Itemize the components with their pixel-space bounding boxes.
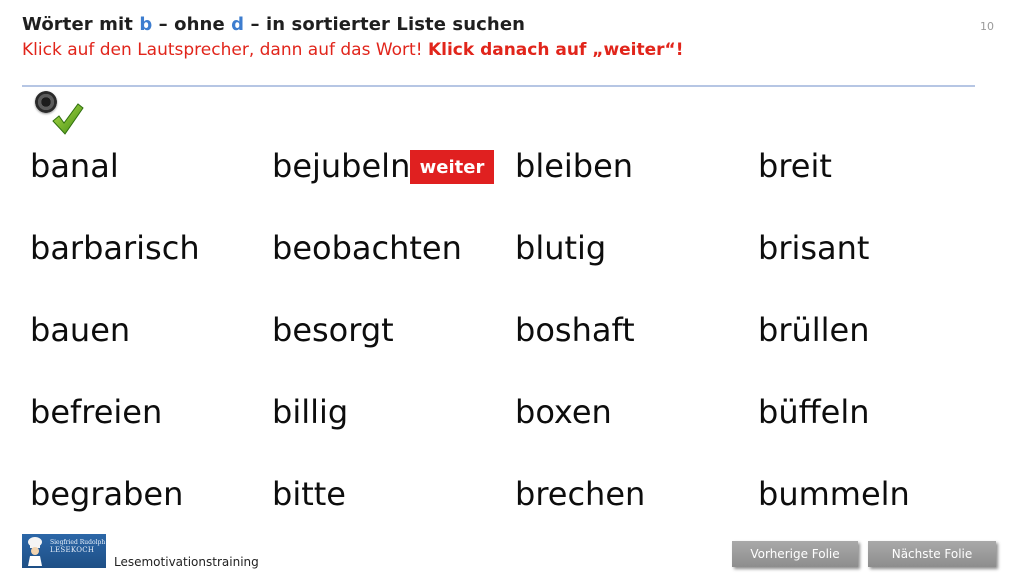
word-breit[interactable]: breit <box>758 150 832 182</box>
word-begraben[interactable]: begraben <box>30 478 183 510</box>
word-boshaft[interactable]: boshaft <box>515 314 635 346</box>
logo-brand-text: LESEKOCH <box>50 546 95 555</box>
footer-label: Lesemotivationstraining <box>114 555 259 569</box>
title-mid: – ohne <box>152 14 232 35</box>
slide-title: Wörter mit b – ohne d – in sortierter Li… <box>22 14 525 35</box>
chef-figure-icon <box>28 537 42 566</box>
instruction-normal: Klick auf den Lautsprecher, dann auf das… <box>22 40 428 60</box>
title-letter-b: b <box>139 14 153 35</box>
word-banal[interactable]: banal <box>30 150 119 182</box>
next-slide-button[interactable]: Nächste Folie <box>868 541 996 567</box>
logo-small-text: Siegfried Rudolph <box>50 539 106 546</box>
header-divider <box>22 85 975 87</box>
slide-number: 10 <box>980 20 994 33</box>
word-bummeln[interactable]: bummeln <box>758 478 910 510</box>
word-befreien[interactable]: befreien <box>30 396 162 428</box>
instruction-bold: Klick danach auf „weiter“! <box>427 40 684 60</box>
word-billig[interactable]: billig <box>272 396 348 428</box>
previous-slide-button[interactable]: Vorherige Folie <box>732 541 858 567</box>
word-bleiben[interactable]: bleiben <box>515 150 633 182</box>
word-brisant[interactable]: brisant <box>758 232 869 264</box>
word-boxen[interactable]: boxen <box>515 396 612 428</box>
word-blutig[interactable]: blutig <box>515 232 606 264</box>
title-letter-d: d <box>231 14 245 35</box>
word-bueffeln[interactable]: büffeln <box>758 396 870 428</box>
word-bejubeln[interactable]: bejubeln <box>272 150 410 182</box>
instruction-text: Klick auf den Lautsprecher, dann auf das… <box>22 40 683 60</box>
logo-text: Siegfried Rudolph LESEKOCH <box>50 539 105 555</box>
word-brechen[interactable]: brechen <box>515 478 645 510</box>
word-bruellen[interactable]: brüllen <box>758 314 870 346</box>
title-prefix: Wörter mit <box>22 14 140 35</box>
word-bitte[interactable]: bitte <box>272 478 346 510</box>
word-beobachten[interactable]: beobachten <box>272 232 462 264</box>
title-suffix: – in sortierter Liste suchen <box>244 14 526 35</box>
word-besorgt[interactable]: besorgt <box>272 314 394 346</box>
lesekoch-logo: Siegfried Rudolph LESEKOCH <box>22 534 106 568</box>
word-bauen[interactable]: bauen <box>30 314 130 346</box>
weiter-button[interactable]: weiter <box>410 150 494 184</box>
word-barbarisch[interactable]: barbarisch <box>30 232 200 264</box>
checkmark-icon <box>52 103 84 135</box>
